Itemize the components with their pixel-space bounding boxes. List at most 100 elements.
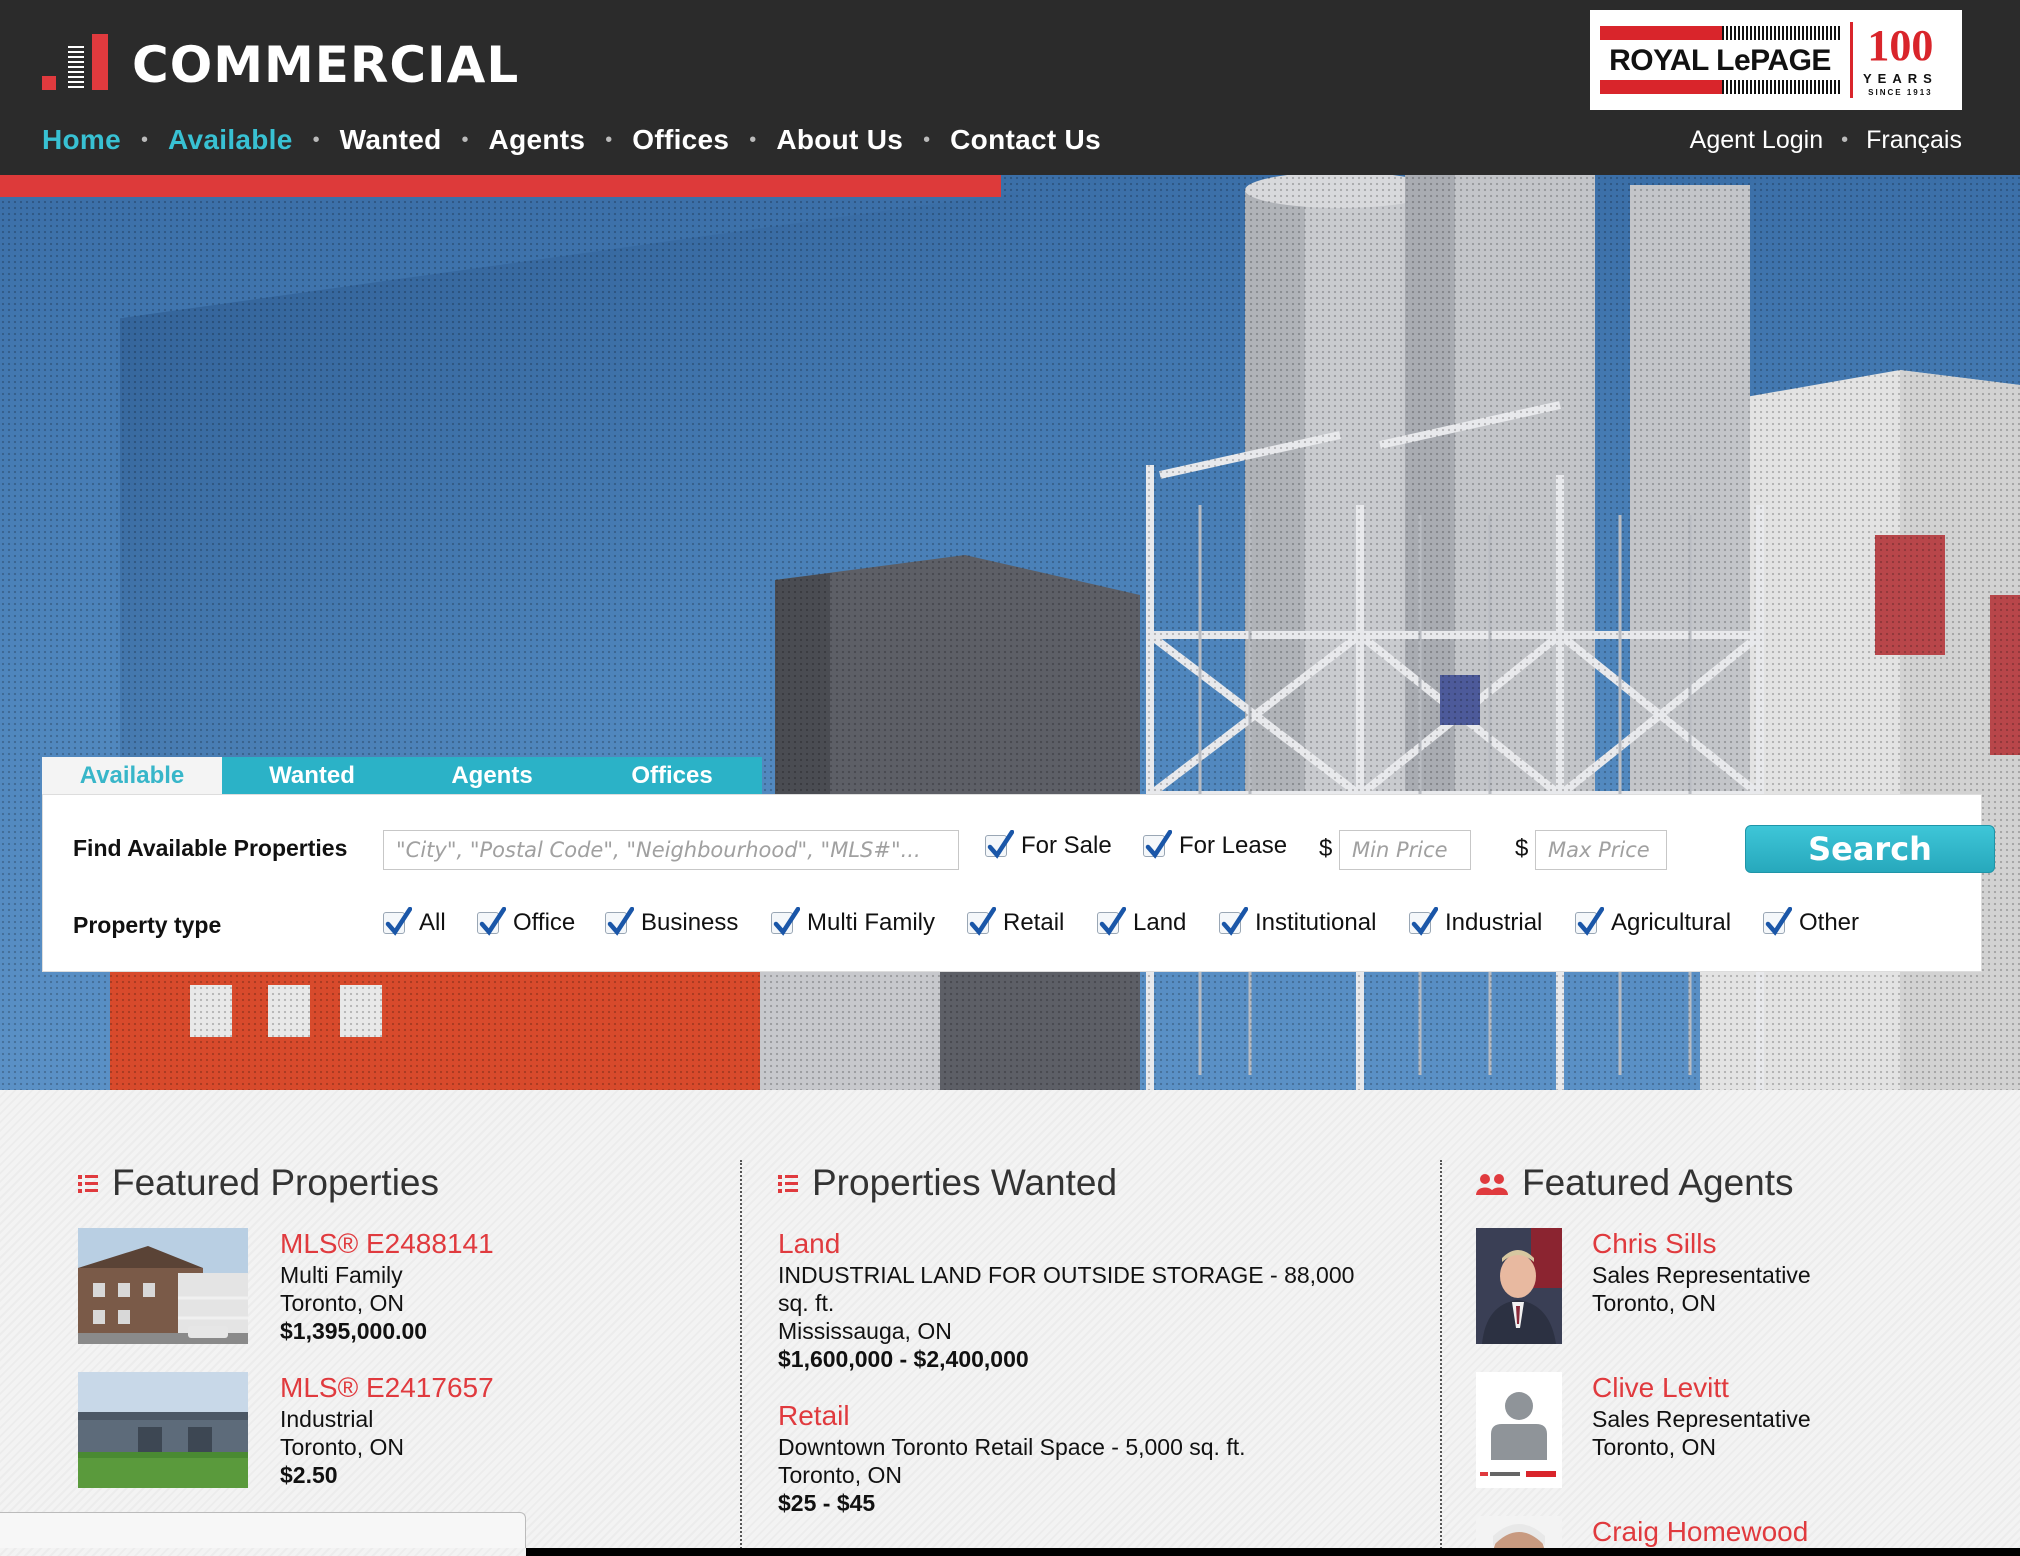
tab-available[interactable]: Available [42,757,222,795]
type-land-checkbox[interactable]: Land [1097,907,1187,937]
wanted-description: INDUSTRIAL LAND FOR OUTSIDE STORAGE - 88… [778,1262,1355,1288]
type-land-label: Land [1133,909,1187,936]
agent-item[interactable]: Chris Sills Sales Representative Toronto… [1476,1228,1976,1348]
type-office-checkbox[interactable]: Office [477,907,576,937]
agent-photo[interactable] [1476,1228,1562,1344]
wanted-price: $1,600,000 - $2,400,000 [778,1346,1029,1372]
agent-name[interactable]: Chris Sills [1592,1228,1716,1260]
type-other-checkbox[interactable]: Other [1763,907,1860,937]
list-icon [78,1162,98,1204]
type-institutional-label: Institutional [1255,909,1377,936]
search-button[interactable]: Search [1745,825,1995,873]
checkbox-checked-icon [605,907,634,936]
agent-name[interactable]: Clive Levitt [1592,1372,1729,1404]
wanted-item[interactable]: Land INDUSTRIAL LAND FOR OUTSIDE STORAGE… [778,1228,1418,1378]
property-mls[interactable]: MLS® E2488141 [280,1228,494,1260]
checkbox-checked-icon [1409,907,1438,936]
browser-status-bar [0,1512,526,1548]
for-lease-label: For Lease [1179,832,1288,859]
type-multi-family-label: Multi Family [807,909,936,936]
tab-offices[interactable]: Offices [582,757,762,795]
nav-available[interactable]: Available [168,124,293,156]
type-industrial-checkbox[interactable]: Industrial [1409,907,1542,937]
accent-strip [0,175,1001,197]
site-header: COMMERCIAL ROYAL LePAGE 100 YEARS SINCE … [0,0,2020,175]
property-type: Industrial [280,1406,374,1432]
featured-agents-heading: Featured Agents [1476,1162,1794,1204]
agent-location: Toronto, ON [1592,1290,1716,1316]
checkbox-checked-icon [985,830,1014,859]
agent-login-link[interactable]: Agent Login [1690,126,1823,155]
featured-agents-column: Featured Agents Chris Sills Sales Repres… [1476,1090,1996,1556]
agent-item[interactable]: Clive Levitt Sales Representative Toront… [1476,1372,1976,1492]
checkbox-checked-icon [1219,907,1248,936]
agent-name[interactable]: Craig Homewood [1592,1516,1808,1548]
wanted-price: $25 - $45 [778,1490,876,1516]
featured-agents-title: Featured Agents [1522,1162,1794,1203]
wanted-category[interactable]: Land [778,1228,840,1260]
wanted-location: Toronto, ON [778,1462,902,1488]
type-all-label: All [419,909,446,936]
nav-agents[interactable]: Agents [489,124,586,156]
nav-contact-us[interactable]: Contact Us [950,124,1101,156]
location-search-input[interactable] [383,830,959,870]
main-nav: Home • Available • Wanted • Agents • Off… [42,124,1101,156]
checkbox-checked-icon [477,907,506,936]
type-business-label: Business [641,909,739,936]
type-business-checkbox[interactable]: Business [605,907,739,937]
type-multi-family-checkbox[interactable]: Multi Family [771,907,936,937]
tab-wanted[interactable]: Wanted [222,757,402,795]
type-other-label: Other [1799,909,1860,936]
featured-properties-column: Featured Properties MLS® E2488141 Multi … [78,1090,718,1556]
property-item[interactable]: MLS® E2417657 Industrial Toronto, ON $2.… [78,1372,678,1492]
for-lease-checkbox[interactable]: For Lease [1143,830,1288,860]
column-divider [1440,1160,1442,1556]
people-icon [1476,1162,1508,1204]
wanted-item[interactable]: Retail Downtown Toronto Retail Space - 5… [778,1400,1418,1530]
nav-wanted[interactable]: Wanted [340,124,442,156]
property-item[interactable]: MLS® E2488141 Multi Family Toronto, ON $… [78,1228,678,1348]
window-bottom-edge [526,1548,2020,1556]
property-mls[interactable]: MLS® E2417657 [280,1372,494,1404]
properties-wanted-column: Properties Wanted Land INDUSTRIAL LAND F… [778,1090,1418,1556]
property-location: Toronto, ON [280,1290,404,1316]
max-price-input[interactable] [1535,830,1667,870]
min-price-input[interactable] [1339,830,1471,870]
utility-nav: Agent Login • Français [1689,126,1962,155]
wanted-location: Mississauga, ON [778,1318,952,1344]
checkbox-checked-icon [771,907,800,936]
max-price-currency: $ [1515,835,1529,862]
wanted-category[interactable]: Retail [778,1400,850,1432]
nav-home[interactable]: Home [42,124,121,156]
since-text: SINCE 1913 [1868,87,1933,97]
royal-lepage-name: ROYAL LePAGE [1609,44,1831,77]
tab-agents[interactable]: Agents [402,757,582,795]
property-price: $1,395,000.00 [280,1318,428,1344]
type-institutional-checkbox[interactable]: Institutional [1219,907,1377,937]
for-sale-label: For Sale [1021,832,1112,859]
commercial-logo[interactable]: COMMERCIAL [42,34,519,90]
type-retail-checkbox[interactable]: Retail [967,907,1064,937]
search-tabs: Available Wanted Agents Offices [42,757,762,795]
type-all-checkbox[interactable]: All [383,907,446,937]
checkbox-checked-icon [383,907,412,936]
wanted-description: Downtown Toronto Retail Space - 5,000 sq… [778,1434,1246,1460]
content-section: Featured Properties MLS® E2488141 Multi … [0,1090,2020,1556]
royal-lepage-logo[interactable]: ROYAL LePAGE 100 YEARS SINCE 1913 [1590,10,1962,110]
property-thumbnail[interactable] [78,1228,248,1344]
featured-properties-title: Featured Properties [112,1162,440,1203]
min-price-currency: $ [1319,835,1333,862]
property-thumbnail[interactable] [78,1372,248,1488]
agent-photo[interactable] [1476,1372,1562,1488]
checkbox-checked-icon [967,907,996,936]
type-agricultural-checkbox[interactable]: Agricultural [1575,907,1732,937]
francais-link[interactable]: Français [1866,126,1962,155]
nav-offices[interactable]: Offices [632,124,729,156]
checkbox-checked-icon [1143,830,1172,859]
nav-about-us[interactable]: About Us [776,124,903,156]
find-label: Find Available Properties [73,835,348,861]
type-office-label: Office [513,909,576,936]
for-sale-checkbox[interactable]: For Sale [985,830,1112,860]
type-agricultural-label: Agricultural [1611,909,1732,936]
agent-role: Sales Representative [1592,1406,1811,1432]
